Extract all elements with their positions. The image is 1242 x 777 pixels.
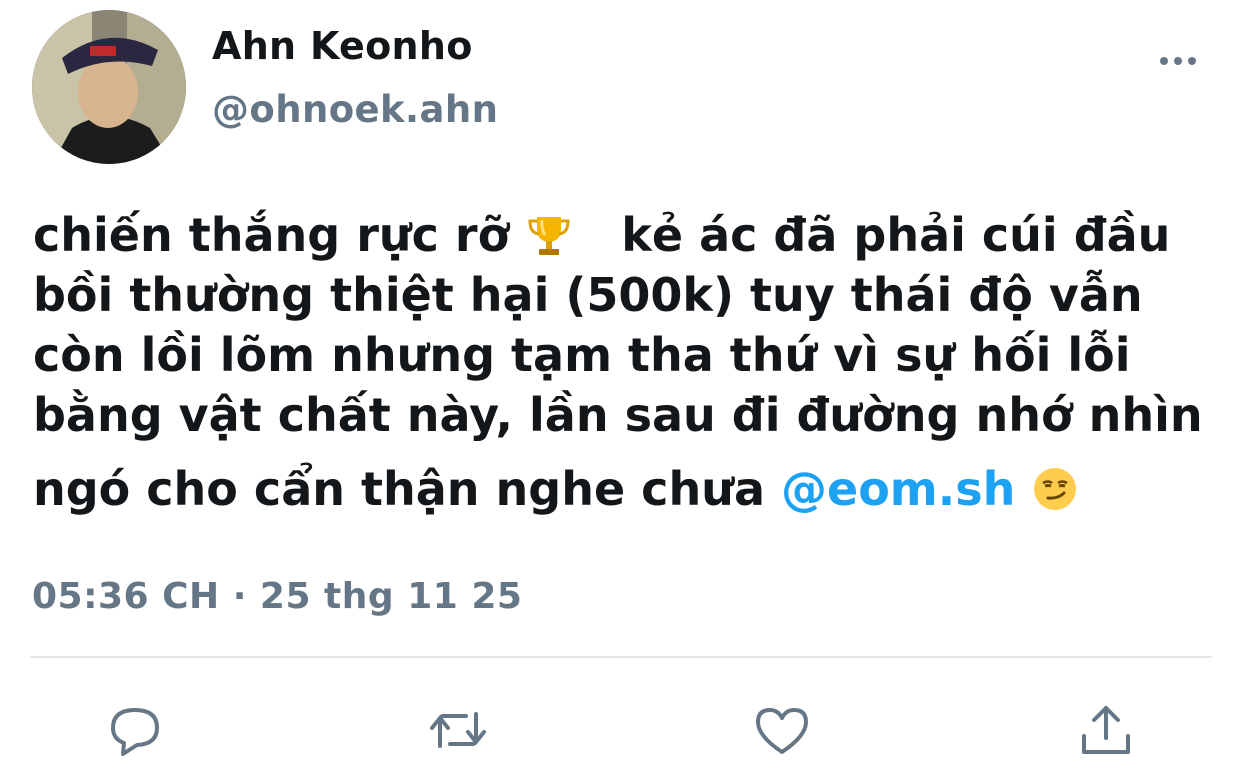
trophy-emoji bbox=[525, 211, 573, 259]
display-name[interactable]: Ahn Keonho bbox=[212, 24, 473, 68]
smirk-emoji bbox=[1031, 465, 1079, 513]
avatar-image bbox=[32, 10, 186, 164]
mention-link[interactable]: @eom.sh bbox=[781, 462, 1015, 516]
tweet-line: chiến thắng rực rỡ kẻ ác đã phải cúi đầu bbox=[33, 205, 1233, 265]
tweet-line-text: ngó cho cẩn thận nghe chưa bbox=[33, 462, 765, 516]
reply-button[interactable] bbox=[103, 698, 167, 762]
retweet-button[interactable] bbox=[426, 698, 490, 762]
divider bbox=[30, 656, 1212, 658]
retweet-icon bbox=[430, 712, 486, 748]
user-handle[interactable]: @ohnoek.ahn bbox=[212, 88, 498, 131]
more-icon[interactable] bbox=[1152, 46, 1212, 76]
tweet-line-text: kẻ ác đã phải cúi đầu bbox=[621, 208, 1171, 262]
like-button[interactable] bbox=[750, 698, 814, 762]
tweet-line: còn lồi lõm nhưng tạm tha thứ vì sự hối … bbox=[33, 328, 1131, 382]
reply-icon bbox=[111, 708, 159, 756]
tweet-timestamp[interactable]: 05:36 CH · 25 thg 11 25 bbox=[32, 576, 522, 617]
heart-icon bbox=[756, 708, 808, 754]
share-icon bbox=[1082, 706, 1130, 754]
share-button[interactable] bbox=[1074, 698, 1138, 762]
tweet-text: chiến thắng rực rỡ kẻ ác đã phải cúi đầu… bbox=[33, 205, 1233, 519]
tweet-line: bồi thường thiệt hại (500k) tuy thái độ … bbox=[33, 268, 1143, 322]
tweet-line: ngó cho cẩn thận nghe chưa @eom.sh bbox=[33, 459, 1233, 519]
tweet-line: bằng vật chất này, lần sau đi đường nhớ … bbox=[33, 388, 1203, 442]
tweet-line-text: chiến thắng rực rỡ bbox=[33, 208, 510, 262]
avatar[interactable] bbox=[32, 10, 186, 164]
